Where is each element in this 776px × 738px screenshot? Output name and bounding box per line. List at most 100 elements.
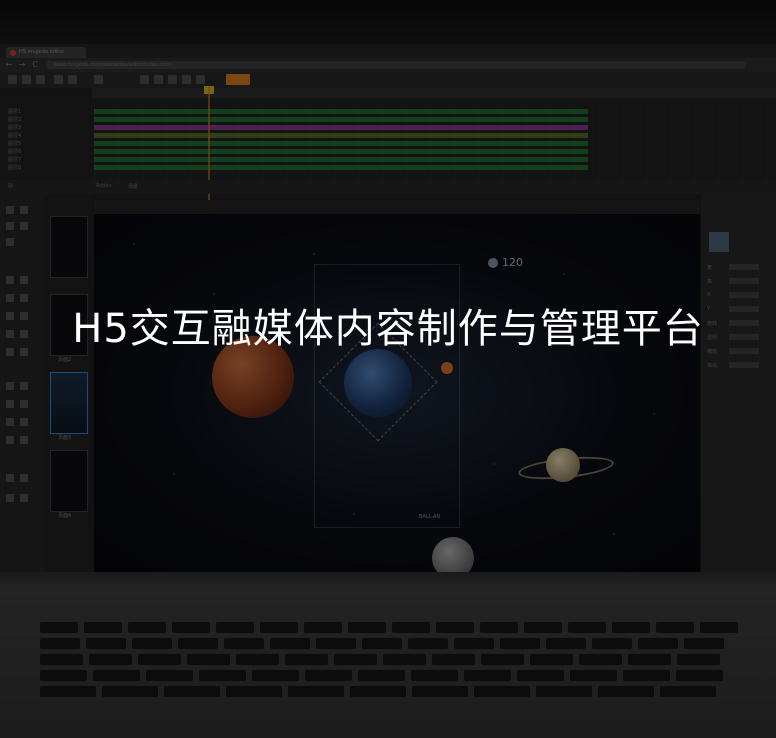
saturn-object[interactable]: [546, 448, 580, 482]
earth-object[interactable]: [344, 349, 412, 417]
keyboard-key: [216, 622, 254, 633]
page-thumbnail[interactable]: [50, 450, 88, 512]
save-icon[interactable]: [36, 75, 45, 84]
keyboard-key: [40, 622, 78, 633]
timeline-track[interactable]: [94, 109, 588, 114]
keyboard-key: [432, 654, 475, 665]
stop-icon[interactable]: [168, 75, 177, 84]
open-icon[interactable]: [22, 75, 31, 84]
panel-tab-scene[interactable]: 场景: [128, 183, 138, 190]
panel-tab-layers[interactable]: ▤: [8, 183, 13, 189]
page-thumbnail[interactable]: [50, 216, 88, 278]
keyboard-key: [226, 686, 282, 697]
fill-color-icon[interactable]: [20, 494, 28, 502]
keyboard-key: [481, 654, 524, 665]
timeline-ruler[interactable]: [92, 88, 776, 98]
timeline-layer-label[interactable]: 图层1: [8, 108, 21, 115]
pencil-tool-icon[interactable]: [6, 400, 14, 408]
page-thumbnail-label: 页面4: [58, 513, 72, 519]
keyboard-key: [138, 654, 181, 665]
eyedropper-tool-icon[interactable]: [20, 474, 28, 482]
new-icon[interactable]: [8, 75, 17, 84]
keyboard-key: [677, 654, 720, 665]
back-icon[interactable]: ←: [4, 60, 14, 70]
keyboard-key: [546, 638, 586, 649]
keyboard-key: [362, 638, 402, 649]
distribute-tool-icon[interactable]: [20, 276, 28, 284]
panel-tab-action[interactable]: Action: [96, 183, 112, 189]
keyboard-key: [350, 686, 406, 697]
tool-palette: [0, 194, 44, 572]
next-frame-icon[interactable]: [196, 75, 205, 84]
browser-tab[interactable]: H5 mugeda editor: [6, 47, 86, 58]
timeline-layer-label[interactable]: 图层6: [8, 148, 21, 155]
select-tool-icon[interactable]: [6, 206, 14, 214]
close-icon[interactable]: [94, 75, 103, 84]
keyboard-key: [132, 638, 172, 649]
page-title: H5交互融媒体内容制作与管理平台: [72, 306, 704, 352]
prev-frame-icon[interactable]: [182, 75, 191, 84]
small-planet-object[interactable]: [441, 362, 453, 374]
rounded-rect-tool-icon[interactable]: [20, 418, 28, 426]
timeline-track[interactable]: [94, 157, 588, 162]
timeline-track[interactable]: [94, 149, 588, 154]
keyboard-key: [480, 622, 518, 633]
timeline-track[interactable]: [94, 165, 588, 170]
polygon-tool-icon[interactable]: [20, 436, 28, 444]
keyboard-key: [285, 654, 328, 665]
keyboard-key: [570, 670, 617, 681]
zoom-tool-icon[interactable]: [20, 222, 28, 230]
grid-tool-icon[interactable]: [6, 238, 14, 246]
laptop-hinge: [0, 572, 776, 586]
publish-button[interactable]: [226, 74, 250, 85]
pen-tool-icon[interactable]: [6, 382, 14, 390]
keyboard-key: [412, 686, 468, 697]
keyboard-key: [236, 654, 279, 665]
line-tool-icon[interactable]: [20, 382, 28, 390]
canvas-header: [94, 200, 700, 214]
align-tool-icon[interactable]: [6, 276, 14, 284]
moon-object[interactable]: [432, 537, 474, 572]
property-input[interactable]: [729, 278, 759, 284]
keyboard-key: [598, 686, 654, 697]
stroke-color-icon[interactable]: [6, 494, 14, 502]
keyboard-key: [383, 654, 426, 665]
keyboard-key: [524, 622, 562, 633]
property-input[interactable]: [729, 264, 759, 270]
cut-icon[interactable]: [54, 75, 63, 84]
timeline-layer-label[interactable]: 图层3: [8, 124, 21, 131]
pause-icon[interactable]: [154, 75, 163, 84]
ellipse-tool-icon[interactable]: [6, 436, 14, 444]
keyboard-key: [40, 654, 83, 665]
transform-tool-icon[interactable]: [6, 222, 14, 230]
property-input[interactable]: [729, 362, 759, 368]
brush-tool-icon[interactable]: [20, 400, 28, 408]
stage-canvas[interactable]: 120 BALL·AN: [94, 214, 700, 572]
timeline-track[interactable]: [94, 117, 588, 122]
forward-icon[interactable]: →: [17, 60, 27, 70]
keyboard-key: [454, 638, 494, 649]
copy-icon[interactable]: [68, 75, 77, 84]
keyboard-key: [358, 670, 405, 681]
keyboard-key: [568, 622, 606, 633]
timeline-track[interactable]: [94, 141, 588, 146]
keyboard-key: [178, 638, 218, 649]
play-icon[interactable]: [140, 75, 149, 84]
favicon-icon: [10, 50, 16, 56]
node-tool-icon[interactable]: [20, 206, 28, 214]
timeline-layer-label[interactable]: 图层7: [8, 156, 21, 163]
rect-tool-icon[interactable]: [6, 418, 14, 426]
hand-tool-icon[interactable]: [6, 474, 14, 482]
keyboard-key: [700, 622, 738, 633]
reload-icon[interactable]: C: [30, 60, 40, 70]
timeline-track[interactable]: [94, 133, 588, 138]
timeline-layer-label[interactable]: 图层2: [8, 116, 21, 123]
page-thumbnail-selected[interactable]: [50, 372, 88, 434]
timeline-track[interactable]: [94, 125, 588, 130]
url-input[interactable]: www.mugeda.com/animation/editor/index.ht…: [46, 61, 746, 69]
timeline-layer-label[interactable]: 图层4: [8, 132, 21, 139]
keyboard-key: [408, 638, 448, 649]
timeline-layer-label[interactable]: 图层8: [8, 164, 21, 171]
timeline-layer-label[interactable]: 图层5: [8, 140, 21, 147]
property-label: 填充: [707, 363, 718, 369]
